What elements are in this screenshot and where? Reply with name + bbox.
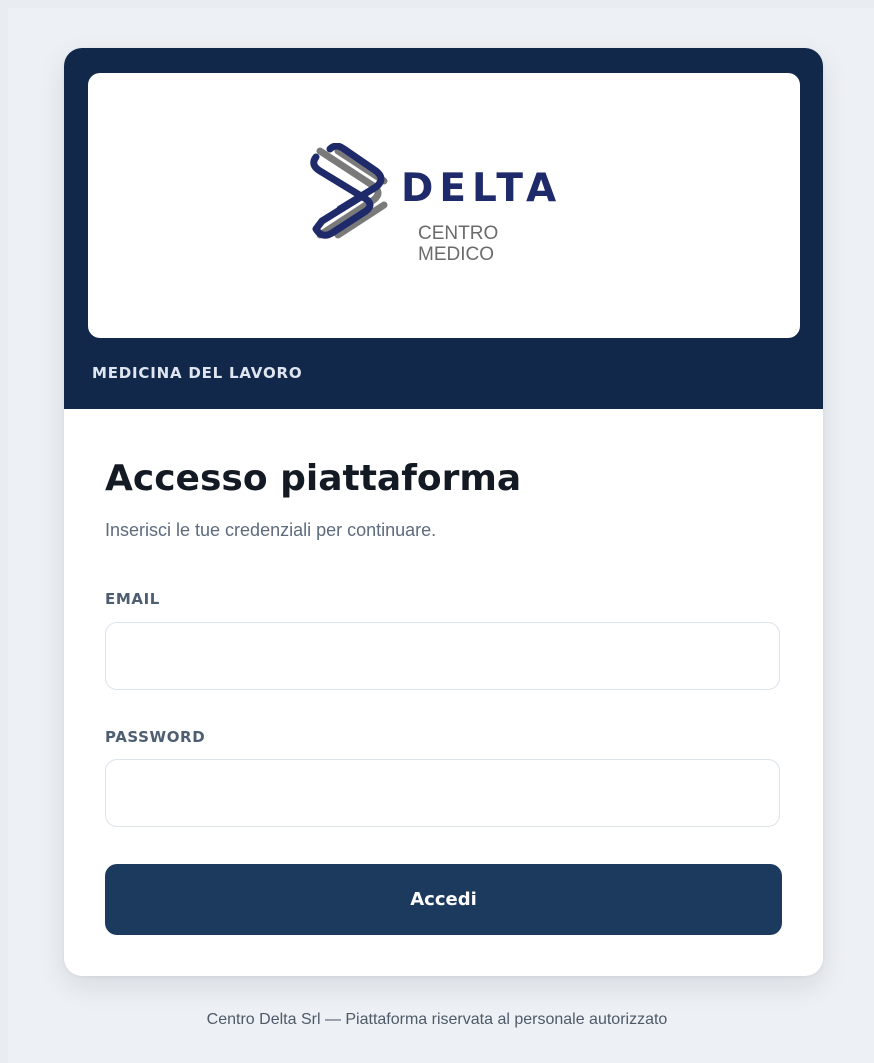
logo-wordmark: DELTA bbox=[401, 166, 563, 211]
password-label: PASSWORD bbox=[105, 728, 206, 746]
login-card: DELTA CENTRO MEDICO MEDICINA DEL LAVORO … bbox=[64, 48, 823, 976]
header-caption: MEDICINA DEL LAVORO bbox=[92, 364, 303, 382]
footer-note: Centro Delta Srl — Piattaforma riservata… bbox=[206, 1011, 668, 1028]
email-label: EMAIL bbox=[105, 590, 160, 608]
card-header: DELTA CENTRO MEDICO MEDICINA DEL LAVORO bbox=[64, 48, 823, 409]
delta-logo-icon bbox=[310, 143, 388, 239]
password-field[interactable] bbox=[105, 759, 780, 827]
login-button[interactable]: Accedi bbox=[105, 864, 782, 935]
page-subtitle: Inserisci le tue credenziali per continu… bbox=[105, 520, 437, 540]
logo-sub-line-2: MEDICO bbox=[418, 244, 494, 265]
email-field[interactable] bbox=[105, 622, 780, 690]
logo-panel: DELTA CENTRO MEDICO bbox=[88, 73, 800, 338]
page-title: Accesso piattaforma bbox=[105, 458, 522, 499]
logo-subtitle: CENTRO MEDICO bbox=[418, 223, 498, 265]
logo-sub-line-1: CENTRO bbox=[418, 223, 499, 244]
